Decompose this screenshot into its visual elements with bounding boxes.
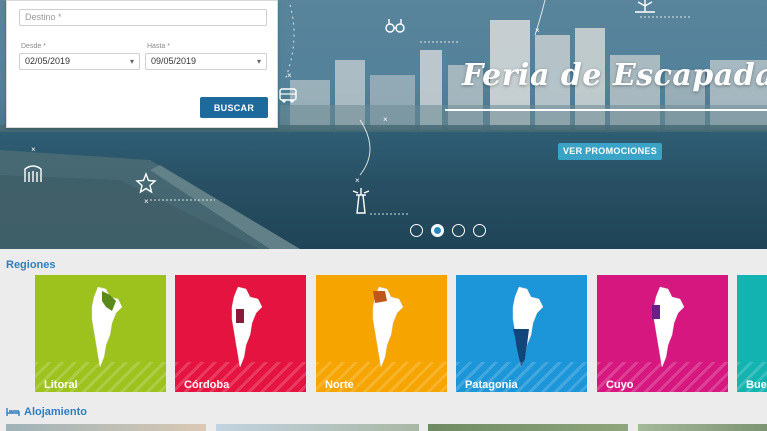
search-button[interactable]: BUSCAR [200,97,268,118]
argentina-map-icon [231,286,263,368]
chevron-down-icon: ▾ [256,57,261,66]
to-date-label: Hasta * [147,43,170,50]
see-promotions-button[interactable]: VER PROMOCIONES [558,143,663,160]
region-name: Bue [746,379,767,391]
argentina-map-icon [91,286,123,368]
lodging-heading: Alojamiento [24,406,87,418]
from-date-value: 02/05/2019 [25,56,71,66]
to-date-select[interactable]: 09/05/2019 ▾ [145,53,267,70]
carousel-pagination [410,224,486,237]
argentina-map-icon [372,286,404,368]
to-date-value: 09/05/2019 [151,56,197,66]
hero-title: Feria de Escapadas [462,58,767,93]
bed-icon [6,408,20,416]
carousel-dot-active[interactable] [431,224,444,237]
svg-text:×: × [287,71,292,80]
regions-heading: Regiones [6,259,56,271]
region-name: Litoral [44,379,78,391]
region-card-córdoba[interactable]: Córdoba [175,275,306,392]
svg-text:×: × [31,145,36,154]
chevron-down-icon: ▾ [129,57,134,66]
search-panel: Destino * Desde * 02/05/2019 ▾ Hasta * 0… [6,0,278,128]
region-card-patagonia[interactable]: Patagonia [456,275,587,392]
region-card-norte[interactable]: Norte [316,275,447,392]
from-date-label: Desde * [21,43,46,50]
svg-text:×: × [355,176,360,185]
lodging-thumbnail[interactable] [216,424,419,431]
destination-input[interactable]: Destino * [19,9,267,26]
from-date-select[interactable]: 02/05/2019 ▾ [19,53,140,70]
argentina-map-icon [652,286,685,368]
region-name: Norte [325,379,354,391]
region-card-litoral[interactable]: Litoral [35,275,166,392]
lodging-thumbnail[interactable] [638,424,767,431]
carousel-dot[interactable] [410,224,423,237]
region-card-bue[interactable]: Bue [737,275,767,392]
lodging-thumbnail[interactable] [428,424,628,431]
hero-title-underline [445,109,767,111]
svg-text:×: × [383,115,388,124]
svg-text:×: × [144,197,149,206]
carousel-dot[interactable] [473,224,486,237]
lodging-thumbnail[interactable] [6,424,206,431]
region-name: Córdoba [184,379,230,391]
argentina-map-icon [512,286,544,368]
region-name: Patagonia [465,379,518,391]
region-card-cuyo[interactable]: Cuyo [597,275,728,392]
region-name: Cuyo [606,379,634,391]
svg-text:×: × [535,26,540,35]
carousel-dot[interactable] [452,224,465,237]
